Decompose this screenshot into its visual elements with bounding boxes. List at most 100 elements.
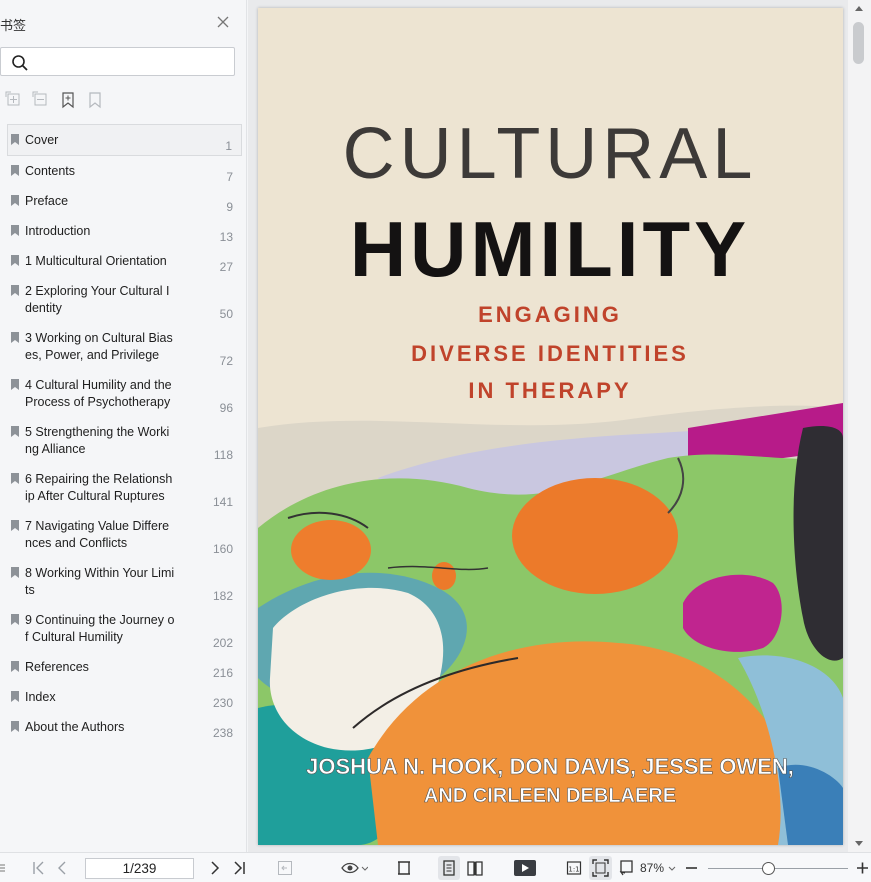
document-view[interactable]: CULTURAL HUMILITY ENGAGING DIVERSE IDENT… xyxy=(248,0,871,852)
bookmark-label: Cover xyxy=(25,133,59,147)
bookmark-label: References xyxy=(25,660,89,674)
bookmark-item[interactable]: 6 Repairing the Relationship After Cultu… xyxy=(0,464,242,511)
bookmark-label: 6 Repairing the Relationship After Cultu… xyxy=(25,472,173,503)
zoom-out-icon[interactable] xyxy=(685,859,698,877)
bookmark-icon xyxy=(11,332,19,343)
bookmark-page-number: 27 xyxy=(219,260,233,274)
zoom-in-icon[interactable] xyxy=(856,859,869,877)
cover-title-line2: HUMILITY xyxy=(350,205,750,293)
panel-toggle-icon[interactable] xyxy=(0,859,8,877)
bookmark-item[interactable]: Cover 1 xyxy=(7,124,242,156)
bookmark-item[interactable]: Contents 7 xyxy=(0,156,242,186)
bookmark-icon xyxy=(11,195,19,206)
cover-artwork: CULTURAL HUMILITY ENGAGING DIVERSE IDENT… xyxy=(258,8,843,845)
first-page-icon[interactable] xyxy=(31,859,47,877)
scroll-thumb[interactable] xyxy=(853,22,864,64)
bookmark-item[interactable]: Preface 9 xyxy=(0,186,242,216)
rotate-page-icon[interactable] xyxy=(618,859,636,877)
bookmark-icon xyxy=(11,567,19,578)
cover-authors-line1: JOSHUA N. HOOK, DON DAVIS, JESSE OWEN, xyxy=(306,754,794,779)
bookmark-tools xyxy=(5,91,104,109)
fit-page-icon[interactable] xyxy=(592,859,609,877)
zoom-level[interactable]: 87% xyxy=(640,861,664,875)
remove-bookmark-icon[interactable] xyxy=(86,91,104,109)
reading-mode-icon[interactable] xyxy=(340,859,368,877)
vertical-scrollbar[interactable] xyxy=(848,0,871,852)
bookmark-icon xyxy=(11,721,19,732)
cover-title-line1: CULTURAL xyxy=(343,114,758,194)
zoom-slider-track[interactable] xyxy=(708,868,848,869)
bookmark-label: 3 Working on Cultural Biases, Power, and… xyxy=(25,331,173,362)
add-bookmark-icon[interactable] xyxy=(59,91,77,109)
bookmark-label: Contents xyxy=(25,164,76,178)
bookmark-item[interactable]: 3 Working on Cultural Biases, Power, and… xyxy=(0,323,242,370)
bookmark-icon xyxy=(11,285,19,296)
svg-text:1:1: 1:1 xyxy=(568,866,579,874)
close-icon[interactable] xyxy=(215,14,231,30)
bookmark-page-number: 182 xyxy=(212,589,233,603)
bookmark-label: 9 Continuing the Journey of Cultural Hum… xyxy=(25,613,175,644)
bookmark-icon xyxy=(11,614,19,625)
bookmark-page-number: 1 xyxy=(225,139,232,153)
slideshow-icon[interactable] xyxy=(513,859,537,877)
back-icon[interactable] xyxy=(277,859,293,877)
two-page-icon[interactable] xyxy=(466,859,484,877)
reader-window: 书签 Cover 1 Contents 7 Preface 9 Introduc… xyxy=(0,0,871,882)
bookmark-icon xyxy=(11,426,19,437)
search-icon xyxy=(12,55,28,71)
bookmark-item[interactable]: 8 Working Within Your Limits 182 xyxy=(0,558,242,605)
panel-title: 书签 xyxy=(0,18,27,33)
bookmark-page-number: 216 xyxy=(212,666,233,680)
bookmark-item[interactable]: 2 Exploring Your Cultural Identity 50 xyxy=(0,276,242,323)
bookmark-page-number: 160 xyxy=(212,542,233,556)
bookmark-label: 7 Navigating Value Differences and Confl… xyxy=(25,519,170,550)
bookmark-panel: 书签 Cover 1 Contents 7 Preface 9 Introduc… xyxy=(0,0,247,852)
search-input[interactable] xyxy=(35,51,230,72)
bookmark-page-number: 72 xyxy=(219,354,233,368)
zoom-dropdown-icon[interactable] xyxy=(667,859,677,877)
bookmark-page-number: 230 xyxy=(212,696,233,710)
next-page-icon[interactable] xyxy=(208,859,222,877)
bookmark-page-number: 118 xyxy=(213,448,233,462)
bookmark-label: Introduction xyxy=(25,224,91,238)
bookmark-item[interactable]: Index 230 xyxy=(0,682,242,712)
bookmark-page-number: 9 xyxy=(226,200,233,214)
single-page-icon[interactable] xyxy=(441,859,457,877)
scroll-down-icon[interactable] xyxy=(855,841,863,846)
bookmark-icon xyxy=(11,225,19,236)
cover-authors-line2: AND CIRLEEN DEBLAERE xyxy=(424,785,676,807)
collapse-all-icon[interactable] xyxy=(32,91,50,109)
bookmark-item[interactable]: 4 Cultural Humility and the Process of P… xyxy=(0,370,242,417)
actual-size-icon[interactable]: 1:1 xyxy=(566,859,582,877)
cover-subtitle-line1: ENGAGING xyxy=(478,302,622,327)
bookmark-label: Preface xyxy=(25,194,69,208)
bookmark-page-number: 13 xyxy=(219,230,233,244)
bookmark-item[interactable]: 7 Navigating Value Differences and Confl… xyxy=(0,511,242,558)
bookmark-page-number: 7 xyxy=(226,170,233,184)
bookmark-item[interactable]: 1 Multicultural Orientation 27 xyxy=(0,246,242,276)
status-toolbar: 1/239 1:1 87% xyxy=(0,852,871,882)
zoom-slider-handle[interactable] xyxy=(762,862,775,875)
bookmark-label: 8 Working Within Your Limits xyxy=(25,566,175,597)
scroll-up-icon[interactable] xyxy=(855,6,863,11)
bookmark-icon xyxy=(11,661,19,672)
bookmark-label: 2 Exploring Your Cultural Identity xyxy=(25,284,170,315)
cover-subtitle-line2: DIVERSE IDENTITIES xyxy=(411,341,689,366)
bookmark-item[interactable]: Introduction 13 xyxy=(0,216,242,246)
bookmark-item[interactable]: About the Authors 238 xyxy=(0,712,242,742)
bookmark-page-number: 50 xyxy=(219,307,233,321)
bookmark-icon xyxy=(11,691,19,702)
bookmark-page-number: 96 xyxy=(219,401,233,415)
bookmark-item[interactable]: 9 Continuing the Journey of Cultural Hum… xyxy=(0,605,242,652)
bookmark-search-box[interactable] xyxy=(0,47,235,76)
bookmark-icon xyxy=(11,379,19,390)
bookmark-page-number: 202 xyxy=(212,636,233,650)
expand-all-icon[interactable] xyxy=(5,91,23,109)
bookmark-item[interactable]: References 216 xyxy=(0,652,242,682)
bookmark-page-number: 141 xyxy=(212,495,233,509)
bookmark-item[interactable]: 5 Strengthening the Working Alliance 118 xyxy=(0,417,242,464)
last-page-icon[interactable] xyxy=(231,859,247,877)
previous-page-icon[interactable] xyxy=(55,859,69,877)
page-number-field[interactable]: 1/239 xyxy=(85,858,194,879)
fit-width-icon[interactable] xyxy=(396,859,412,877)
